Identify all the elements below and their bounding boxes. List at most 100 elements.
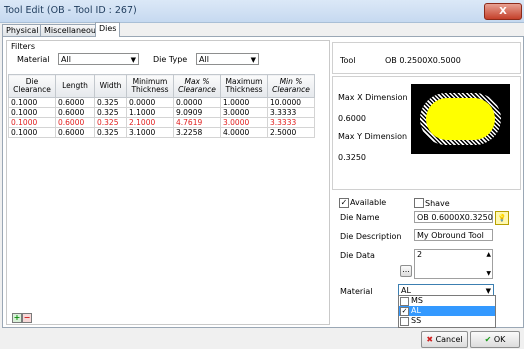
cancel-icon: ✖ xyxy=(426,335,434,344)
tool-label: Tool xyxy=(340,56,356,65)
die-type-filter-value: All xyxy=(199,55,209,64)
table-cell: 3.2258 xyxy=(173,127,221,138)
die-description-field[interactable]: My Obround Tool xyxy=(414,229,493,241)
table-cell: 0.325 xyxy=(94,97,127,108)
minus-icon: − xyxy=(23,313,31,322)
scroll-up-icon[interactable]: ▲ xyxy=(486,251,491,258)
table-cell: 0.1000 xyxy=(8,97,56,108)
table-cell: 2.5000 xyxy=(267,127,315,138)
table-cell: 0.325 xyxy=(94,117,127,128)
column-header[interactable]: Min % Clearance xyxy=(267,74,315,98)
table-row[interactable]: 0.1000 0.6000 0.325 2.1000 4.7619 3.0000… xyxy=(8,117,315,128)
option-label: AL xyxy=(411,306,421,315)
max-x-value: 0.6000 xyxy=(338,114,366,123)
die-data-textarea[interactable]: 2 ▲ ▼ xyxy=(414,249,493,279)
obround-shape xyxy=(426,98,495,140)
die-type-filter-label: Die Type xyxy=(153,55,188,64)
close-icon: X xyxy=(499,6,507,17)
table-cell: 9.0909 xyxy=(173,107,221,118)
tab-label: Physical xyxy=(6,26,39,35)
column-header[interactable]: Length xyxy=(55,74,95,98)
table-cell: 3.3333 xyxy=(267,117,315,128)
cancel-label: Cancel xyxy=(435,335,463,344)
table-cell: 4.7619 xyxy=(173,117,221,128)
material-option-ms[interactable]: MS xyxy=(399,296,495,306)
column-header[interactable]: Die Clearance xyxy=(8,74,56,98)
die-data-label: Die Data xyxy=(340,251,375,260)
table-cell: 3.0000 xyxy=(220,107,268,118)
filters-label: Filters xyxy=(11,42,35,51)
die-data-browse-button[interactable]: ... xyxy=(400,265,412,277)
check-icon: ✔ xyxy=(484,335,492,344)
table-row[interactable]: 0.1000 0.6000 0.325 3.1000 3.2258 4.0000… xyxy=(8,127,315,138)
option-label: MS xyxy=(411,296,423,305)
shave-label: Shave xyxy=(425,199,450,208)
material-option-al[interactable]: ✓ AL xyxy=(399,306,495,316)
material-label: Material xyxy=(340,287,373,296)
lightbulb-icon[interactable]: 💡 xyxy=(495,211,509,225)
table-cell: 0.6000 xyxy=(55,107,95,118)
table-cell: 4.0000 xyxy=(220,127,268,138)
die-name-field[interactable]: OB 0.6000X0.3250 xyxy=(414,211,493,223)
die-name-value: OB 0.6000X0.3250 xyxy=(417,213,493,222)
scroll-down-icon[interactable]: ▼ xyxy=(486,270,491,277)
cancel-button[interactable]: ✖ Cancel xyxy=(421,331,468,348)
table-cell: 0.325 xyxy=(94,127,127,138)
die-type-filter-select[interactable]: All ▼ xyxy=(196,53,259,65)
die-data-value: 2 xyxy=(417,250,423,259)
table-cell: 0.0000 xyxy=(126,97,174,108)
table-cell: 10.0000 xyxy=(267,97,315,108)
die-description-label: Die Description xyxy=(340,232,402,241)
tab-dies[interactable]: Dies xyxy=(95,22,121,37)
max-x-label: Max X Dimension xyxy=(338,93,408,102)
table-row[interactable]: 0.1000 0.6000 0.325 1.1000 9.0909 3.0000… xyxy=(8,107,315,118)
table-cell: 3.1000 xyxy=(126,127,174,138)
checkbox-icon xyxy=(400,317,409,326)
close-button[interactable]: X xyxy=(484,3,522,20)
max-y-value: 0.3250 xyxy=(338,153,366,162)
table-cell: 3.3333 xyxy=(267,107,315,118)
column-header[interactable]: Max % Clearance xyxy=(173,74,221,98)
table-cell: 0.0000 xyxy=(173,97,221,108)
material-dropdown-list[interactable]: MS ✓ AL SS xyxy=(398,295,496,328)
die-name-label: Die Name xyxy=(340,213,380,222)
chevron-down-icon: ▼ xyxy=(130,56,136,64)
material-option-ss[interactable]: SS xyxy=(399,316,495,326)
max-y-label: Max Y Dimension xyxy=(338,132,408,141)
check-icon: ✓ xyxy=(340,198,348,207)
remove-row-button[interactable]: − xyxy=(22,313,32,323)
material-value: AL xyxy=(401,286,411,295)
ellipsis-label: ... xyxy=(402,265,410,274)
tab-label: Dies xyxy=(99,24,117,33)
plus-icon: + xyxy=(13,313,21,322)
chevron-down-icon: ▼ xyxy=(250,56,256,64)
table-cell: 1.0000 xyxy=(220,97,268,108)
material-filter-select[interactable]: All ▼ xyxy=(58,53,139,65)
tab-physical[interactable]: Physical xyxy=(2,24,43,36)
available-label: Available xyxy=(350,198,387,207)
material-filter-value: All xyxy=(61,55,71,64)
column-header[interactable]: Minimum Thickness xyxy=(126,74,174,98)
ok-label: OK xyxy=(493,335,506,344)
table-cell: 3.0000 xyxy=(220,117,268,128)
table-cell: 0.6000 xyxy=(55,117,95,128)
option-label: SS xyxy=(411,316,422,325)
tab-label: Miscellaneous xyxy=(44,26,101,35)
available-checkbox[interactable]: ✓ xyxy=(339,198,349,208)
add-row-button[interactable]: + xyxy=(12,313,22,323)
shave-checkbox[interactable] xyxy=(414,198,424,208)
ok-button[interactable]: ✔ OK xyxy=(470,331,520,348)
dies-grid[interactable]: Die Clearance Length Width Minimum Thick… xyxy=(8,74,326,138)
checkbox-icon xyxy=(400,297,409,306)
column-header[interactable]: Maximum Thickness xyxy=(220,74,268,98)
table-cell: 0.325 xyxy=(94,107,127,118)
window-title: Tool Edit (OB - Tool ID : 267) xyxy=(4,5,137,16)
tool-value: OB 0.2500X0.5000 xyxy=(385,56,461,65)
die-shape-preview xyxy=(411,84,510,154)
table-cell: 0.6000 xyxy=(55,127,95,138)
table-cell: 0.1000 xyxy=(8,127,56,138)
table-cell: 1.1000 xyxy=(126,107,174,118)
table-row[interactable]: 0.1000 0.6000 0.325 0.0000 0.0000 1.0000… xyxy=(8,97,315,108)
material-filter-label: Material xyxy=(17,55,50,64)
column-header[interactable]: Width xyxy=(94,74,127,98)
